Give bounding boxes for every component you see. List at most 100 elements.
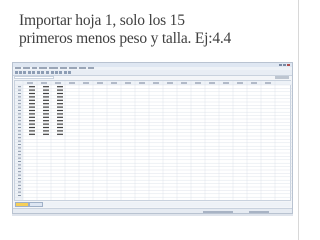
data-cell-value: [57, 120, 63, 122]
row-number-label: [18, 127, 21, 128]
data-grid[interactable]: [14, 80, 292, 201]
row-number-label: [18, 184, 21, 186]
row-number-label: [18, 154, 21, 156]
menu-item[interactable]: [32, 67, 37, 69]
row-number-label: [18, 157, 21, 159]
row-number-label: [18, 123, 21, 125]
redo-icon[interactable]: [32, 71, 35, 74]
menu-item[interactable]: [69, 67, 77, 69]
row-number-label: [18, 174, 21, 176]
row-number-label: [18, 140, 21, 142]
data-cell-value: [29, 89, 35, 91]
tab-data-view[interactable]: [15, 202, 29, 207]
data-cell-value: [43, 86, 49, 88]
data-cell-value: [57, 133, 63, 135]
data-cell-value: [29, 96, 35, 98]
menu-item[interactable]: [39, 67, 47, 69]
column-header-label: [265, 82, 271, 84]
column-header-label: [69, 82, 75, 84]
menu-item[interactable]: [49, 67, 58, 69]
data-cell-value: [29, 99, 35, 101]
row-number-label: [18, 86, 21, 88]
data-cell-value: [29, 109, 35, 112]
row-number-label: [18, 106, 21, 108]
row-number-label: [18, 99, 21, 101]
close-icon[interactable]: [287, 64, 290, 66]
maximize-icon[interactable]: [283, 64, 286, 66]
row-number-label: [18, 167, 21, 169]
column-header-label: [111, 82, 117, 84]
column-header-label: [237, 82, 243, 84]
data-cell-value: [43, 113, 49, 115]
slide-divider: [298, 0, 299, 240]
row-number-label: [18, 178, 21, 179]
column-header-label: [139, 82, 145, 84]
select-cases-icon[interactable]: [59, 71, 62, 74]
find-icon[interactable]: [46, 71, 49, 74]
row-number-label: [18, 103, 21, 105]
data-cell-value: [29, 133, 35, 135]
view-tabs: [14, 202, 291, 207]
use-sets-icon[interactable]: [68, 71, 71, 74]
goto-variable-icon[interactable]: [41, 71, 44, 74]
data-cell-value: [29, 130, 35, 132]
open-file-icon[interactable]: [15, 71, 18, 74]
row-number-label: [18, 137, 21, 139]
column-header-label: [125, 82, 131, 84]
data-cell-value: [43, 99, 49, 101]
menu-item[interactable]: [15, 67, 21, 69]
row-number-label: [18, 147, 21, 149]
tab-variable-view[interactable]: [29, 202, 43, 207]
print-icon[interactable]: [23, 71, 26, 74]
row-number-label: [18, 93, 21, 94]
column-header-label: [97, 82, 103, 84]
data-cell-value: [43, 133, 49, 135]
row-number-label: [18, 96, 21, 98]
data-cell-value: [43, 92, 49, 95]
data-cell-value: [43, 96, 49, 98]
minimize-icon[interactable]: [279, 64, 282, 66]
column-header-label: [251, 82, 257, 84]
row-number-label: [18, 181, 21, 183]
data-cell-value: [29, 120, 35, 122]
column-header-label: [55, 82, 61, 84]
data-cell-value: [57, 130, 63, 132]
goto-case-icon[interactable]: [37, 71, 40, 74]
status-processor-text: [203, 211, 233, 213]
data-cell-value: [57, 126, 63, 129]
value-labels-icon[interactable]: [64, 71, 67, 74]
data-cell-value: [57, 92, 63, 95]
title-line-1: Importar hoja 1, solo los 15: [19, 12, 185, 29]
row-number-label: [18, 144, 21, 145]
data-cell-value: [43, 123, 49, 125]
menu-item[interactable]: [60, 67, 67, 69]
split-file-icon[interactable]: [51, 71, 54, 74]
data-cell-value: [29, 92, 35, 95]
data-cell-value: [29, 126, 35, 129]
menu-item[interactable]: [23, 67, 30, 69]
column-header-label: [41, 82, 47, 84]
column-header-label: [83, 82, 89, 84]
menu-item[interactable]: [79, 67, 86, 69]
data-cell-value: [43, 116, 49, 118]
data-cell-value: [57, 109, 63, 112]
data-cell-value: [57, 103, 63, 105]
data-cell-value: [57, 99, 63, 101]
cell-reference-field[interactable]: [14, 76, 54, 79]
save-icon[interactable]: [19, 71, 22, 74]
row-number-label: [18, 150, 21, 152]
data-cell-value: [43, 130, 49, 132]
data-cell-value: [57, 96, 63, 98]
column-header-label: [153, 82, 159, 84]
row-number-label: [18, 116, 21, 118]
row-number-label: [18, 171, 21, 173]
column-header-label: [167, 82, 173, 84]
weight-cases-icon[interactable]: [55, 71, 58, 74]
data-cell-value: [57, 89, 63, 91]
row-number-label: [18, 89, 21, 91]
data-cell-value: [57, 113, 63, 115]
spss-data-editor-window: [12, 62, 293, 214]
undo-icon[interactable]: [28, 71, 31, 74]
row-number-label: [18, 113, 21, 115]
menu-item[interactable]: [88, 67, 94, 69]
